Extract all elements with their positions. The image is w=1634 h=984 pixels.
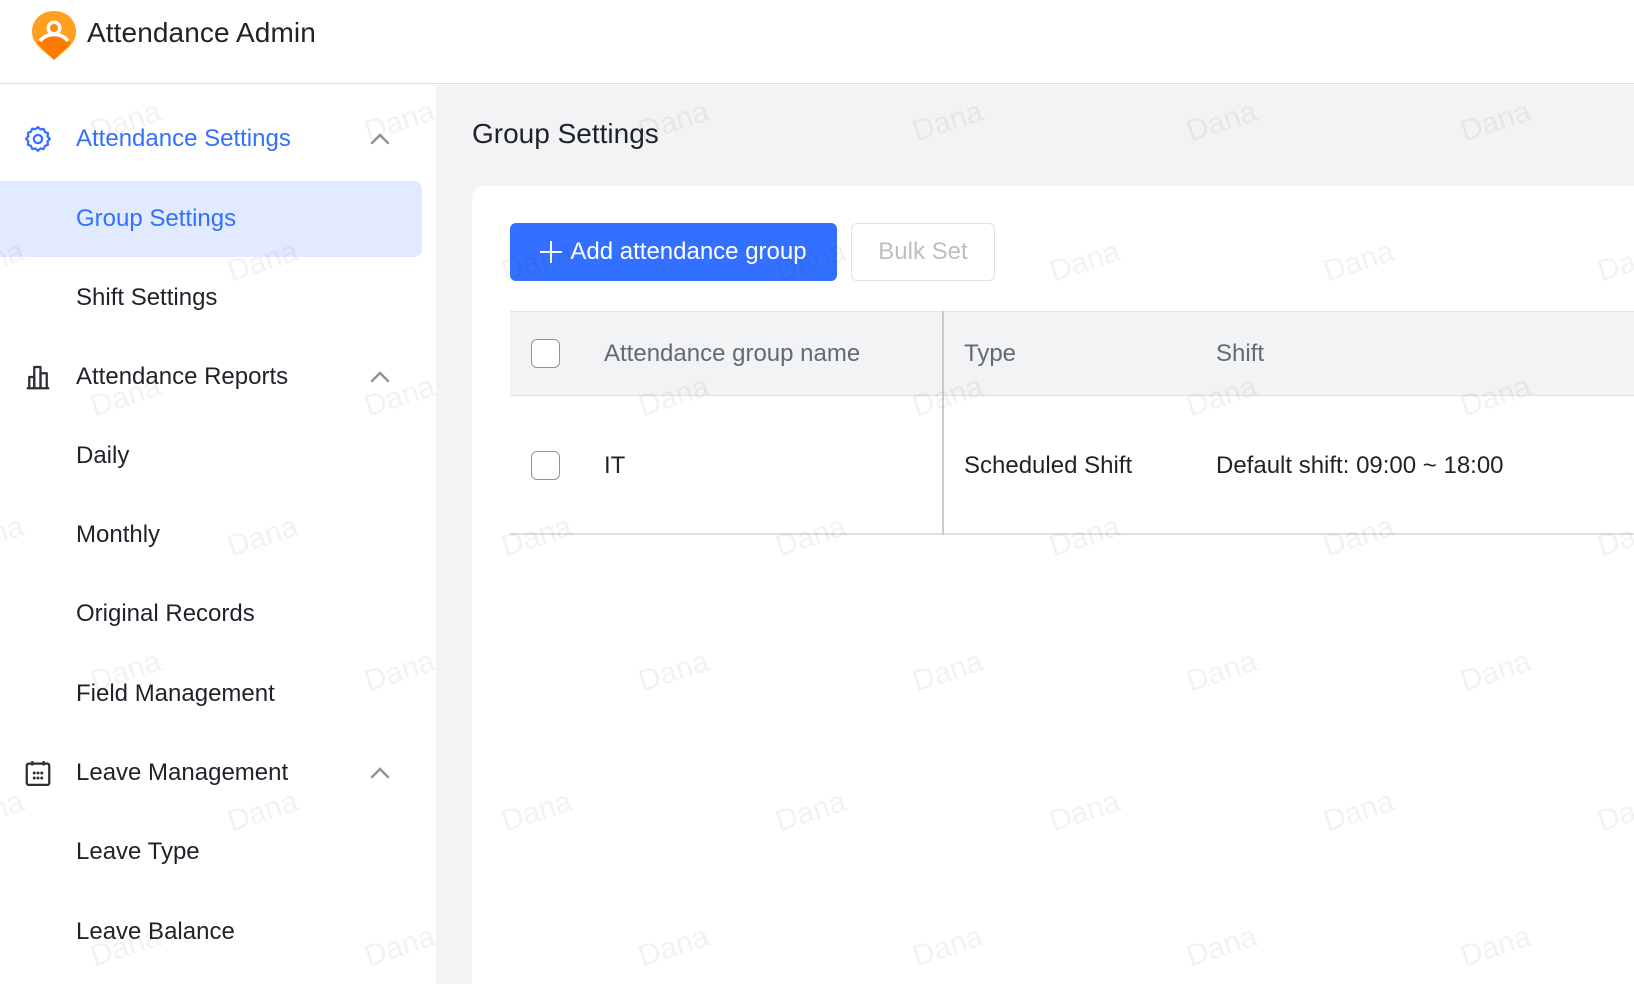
add-attendance-group-label: Add attendance group xyxy=(570,238,807,265)
sidebar-item-daily[interactable]: Daily xyxy=(0,418,422,494)
content-card xyxy=(472,186,1634,984)
top-bar: Attendance Admin xyxy=(0,0,1634,84)
row-checkbox[interactable] xyxy=(531,451,560,480)
sidebar-item-shift-settings[interactable]: Shift Settings xyxy=(0,260,422,336)
sidebar-item-label: Shift Settings xyxy=(76,284,218,311)
sidebar-item-label: Group Settings xyxy=(76,205,237,232)
attendance-groups-table: Attendance group name Type Shift IT Sche… xyxy=(510,311,1634,535)
sidebar-item-original-records[interactable]: Original Records xyxy=(0,576,422,652)
chevron-up-icon[interactable] xyxy=(366,363,394,391)
sidebar-item-leave-balance[interactable]: Leave Balance xyxy=(0,894,422,970)
sidebar-item-label: Field Management xyxy=(76,680,275,707)
bar-chart-icon xyxy=(22,361,54,393)
sidebar-group-label: Leave Management xyxy=(76,759,289,786)
sidebar-group-leave-management[interactable]: Leave Management xyxy=(0,743,436,803)
select-all-checkbox[interactable] xyxy=(531,339,560,368)
sidebar-item-label: Daily xyxy=(76,442,130,469)
cell-shift: Default shift: 09:00 ~ 18:00 xyxy=(1216,452,1504,479)
sidebar-group-label: Attendance Reports xyxy=(76,363,289,390)
sidebar-item-leave-type[interactable]: Leave Type xyxy=(0,814,422,890)
sidebar-item-monthly[interactable]: Monthly xyxy=(0,497,422,573)
sidebar-item-field-management[interactable]: Field Management xyxy=(0,656,422,732)
sidebar-item-group-settings[interactable]: Group Settings xyxy=(0,181,422,257)
bulk-set-button[interactable]: Bulk Set xyxy=(851,223,995,281)
sidebar-group-attendance-settings[interactable]: Attendance Settings xyxy=(0,109,436,169)
bulk-set-label: Bulk Set xyxy=(878,238,968,265)
column-resize-handle[interactable] xyxy=(942,311,944,535)
add-attendance-group-button[interactable]: Add attendance group xyxy=(510,223,837,281)
gear-icon xyxy=(22,123,54,155)
plus-icon xyxy=(540,241,563,263)
cell-type: Scheduled Shift xyxy=(964,452,1133,479)
chevron-up-icon[interactable] xyxy=(366,759,394,787)
app-title: Attendance Admin xyxy=(87,17,316,48)
sidebar-item-label: Leave Type xyxy=(76,838,200,865)
sidebar-item-label: Leave Balance xyxy=(76,918,235,945)
column-header-shift[interactable]: Shift xyxy=(1216,340,1264,368)
sidebar: Attendance Settings Group Settings Shift… xyxy=(0,85,436,984)
location-person-icon xyxy=(32,11,76,60)
sidebar-group-label: Attendance Settings xyxy=(76,125,291,152)
chevron-up-icon[interactable] xyxy=(366,125,394,153)
sidebar-item-label: Original Records xyxy=(76,600,255,627)
page-title: Group Settings xyxy=(472,118,659,149)
sidebar-item-label: Monthly xyxy=(76,521,161,548)
table-row[interactable]: IT Scheduled Shift Default shift: 09:00 … xyxy=(510,396,1634,535)
column-header-type[interactable]: Type xyxy=(964,340,1016,368)
cell-group-name[interactable]: IT xyxy=(604,452,625,480)
table-header: Attendance group name Type Shift xyxy=(510,311,1634,396)
calendar-icon xyxy=(22,757,54,789)
sidebar-group-attendance-reports[interactable]: Attendance Reports xyxy=(0,347,436,407)
column-header-name[interactable]: Attendance group name xyxy=(604,340,860,368)
